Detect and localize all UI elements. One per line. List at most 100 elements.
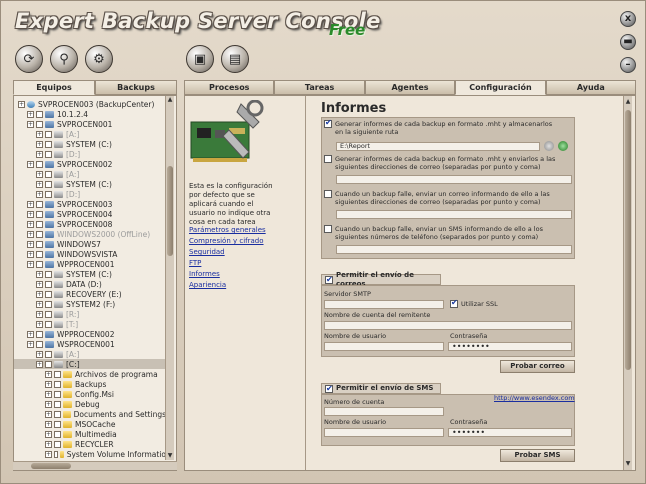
tree-node[interactable]: + RECYCLER: [14, 439, 166, 449]
option-store-reports[interactable]: Generar informes de cada backup en forma…: [324, 119, 559, 136]
main-scroll-up-icon[interactable]: ▲: [624, 98, 632, 106]
link-compresion-cifrado[interactable]: Compresión y cifrado: [189, 237, 266, 246]
sms-password-field[interactable]: •••••••: [448, 428, 572, 437]
tree-node[interactable]: + [D:]: [14, 189, 166, 199]
option-email-reports[interactable]: Generar informes de cada backup en forma…: [324, 155, 559, 171]
tree-node-checkbox[interactable]: [54, 410, 61, 418]
option-failure-sms[interactable]: Cuando un backup falle, enviar un SMS in…: [324, 225, 559, 241]
tree-node[interactable]: + SVPROCEN003: [14, 199, 166, 209]
refresh-button[interactable]: ⟳: [15, 45, 43, 73]
tree-node[interactable]: + [A:]: [14, 349, 166, 359]
tree-node[interactable]: +10.1.2.4: [14, 109, 166, 119]
tree-node[interactable]: + SVPROCEN003 (BackupCenter): [14, 99, 166, 109]
expand-toggle-icon[interactable]: +: [27, 220, 34, 228]
computers-tree[interactable]: + SVPROCEN003 (BackupCenter) +10.1.2.4 + SVP…: [13, 95, 177, 471]
allow-email-checkbox[interactable]: [325, 275, 333, 284]
expand-toggle-icon[interactable]: +: [45, 410, 52, 418]
tree-node-checkbox[interactable]: [36, 260, 43, 268]
expand-toggle-icon[interactable]: +: [27, 330, 34, 338]
tree-node[interactable]: + [A:]: [14, 129, 166, 139]
test-email-button[interactable]: Probar correo: [500, 360, 575, 373]
tree-node-checkbox[interactable]: [45, 190, 52, 198]
tree-node-checkbox[interactable]: [45, 140, 52, 148]
scroll-thumb[interactable]: [167, 166, 173, 256]
expand-toggle-icon[interactable]: +: [27, 200, 34, 208]
esendex-link[interactable]: http://www.esendex.com: [494, 394, 575, 402]
tab-agentes[interactable]: Agentes: [364, 80, 456, 95]
expand-toggle-icon[interactable]: +: [36, 280, 43, 288]
hscroll-thumb[interactable]: [31, 463, 71, 469]
expand-toggle-icon[interactable]: +: [27, 340, 34, 348]
expand-toggle-icon[interactable]: +: [45, 430, 52, 438]
tree-node-checkbox[interactable]: [45, 130, 52, 138]
expand-toggle-icon[interactable]: +: [27, 120, 34, 128]
tree-node[interactable]: + Debug: [14, 399, 166, 409]
sender-account-field[interactable]: [324, 321, 572, 330]
browse-icon[interactable]: [544, 141, 554, 151]
expand-toggle-icon[interactable]: +: [27, 230, 34, 238]
tree-node-checkbox[interactable]: [36, 120, 43, 128]
link-parametros-generales[interactable]: Parámetros generales: [189, 226, 266, 235]
tree-node[interactable]: + WPPROCEN002: [14, 329, 166, 339]
failure-email-checkbox[interactable]: [324, 190, 332, 198]
tree-node-checkbox[interactable]: [36, 330, 43, 338]
expand-toggle-icon[interactable]: +: [45, 450, 52, 458]
tree-node[interactable]: + RECOVERY (E:): [14, 289, 166, 299]
tree-node-checkbox[interactable]: [36, 250, 43, 258]
tree-node-checkbox[interactable]: [54, 450, 59, 458]
tree-node[interactable]: + Documents and Settings: [14, 409, 166, 419]
expand-toggle-icon[interactable]: +: [36, 170, 43, 178]
sms-user-field[interactable]: [324, 428, 444, 437]
tree-node[interactable]: + DATA (D:): [14, 279, 166, 289]
expand-toggle-icon[interactable]: +: [36, 310, 43, 318]
expand-toggle-icon[interactable]: +: [27, 240, 34, 248]
expand-toggle-icon[interactable]: +: [36, 270, 43, 278]
allow-sms-checkbox[interactable]: [325, 384, 333, 393]
tree-node[interactable]: + [T:]: [14, 319, 166, 329]
expand-toggle-icon[interactable]: +: [36, 290, 43, 298]
expand-toggle-icon[interactable]: +: [45, 390, 52, 398]
expand-toggle-icon[interactable]: +: [45, 400, 52, 408]
tree-node[interactable]: + WPPROCEN001: [14, 259, 166, 269]
email-user-field[interactable]: [324, 342, 444, 351]
tree-node-checkbox[interactable]: [36, 200, 43, 208]
main-scroll-down-icon[interactable]: ▼: [624, 460, 632, 468]
tree-node[interactable]: + Archivos de programa: [14, 369, 166, 379]
test-sms-button[interactable]: Probar SMS: [500, 449, 575, 462]
tab-configuracion[interactable]: Configuración: [455, 80, 546, 95]
tree-node[interactable]: + SVPROCEN002: [14, 159, 166, 169]
tree-node-checkbox[interactable]: [45, 150, 52, 158]
minimize-button[interactable]: –: [620, 57, 636, 73]
tree-node[interactable]: + [D:]: [14, 149, 166, 159]
tree-node[interactable]: + WSPROCEN001: [14, 339, 166, 349]
expand-toggle-icon[interactable]: +: [45, 380, 52, 388]
tree-node-checkbox[interactable]: [45, 310, 52, 318]
tab-backups[interactable]: Backups: [95, 80, 177, 95]
tree-node[interactable]: + WINDOWS2000 (OffLine): [14, 229, 166, 239]
tree-node-checkbox[interactable]: [45, 350, 52, 358]
expand-toggle-icon[interactable]: +: [45, 370, 52, 378]
option-failure-email[interactable]: Cuando un backup falle, enviar un correo…: [324, 190, 559, 206]
tree-node[interactable]: + SVPROCEN001: [14, 119, 166, 129]
tree-node-checkbox[interactable]: [36, 220, 43, 228]
tree-node-checkbox[interactable]: [45, 270, 52, 278]
email-password-field[interactable]: ••••••••: [448, 342, 572, 351]
tree-node-checkbox[interactable]: [36, 110, 43, 118]
expand-toggle-icon[interactable]: +: [18, 100, 25, 108]
tree-node[interactable]: + WINDOWS7: [14, 239, 166, 249]
tree-node[interactable]: + [R:]: [14, 309, 166, 319]
tab-equipos[interactable]: Equipos: [13, 80, 95, 95]
tree-node[interactable]: + System Volume Informatio: [14, 449, 166, 459]
tree-node-checkbox[interactable]: [54, 380, 61, 388]
sms-account-field[interactable]: [324, 407, 444, 416]
link-informes[interactable]: Informes: [189, 270, 266, 279]
settings-button[interactable]: ⚙: [85, 45, 113, 73]
expand-toggle-icon[interactable]: +: [36, 300, 43, 308]
tree-node-checkbox[interactable]: [54, 440, 61, 448]
scroll-down-icon[interactable]: ▼: [166, 452, 174, 460]
expand-toggle-icon[interactable]: +: [36, 350, 43, 358]
failure-sms-field[interactable]: [336, 245, 572, 254]
email-reports-checkbox[interactable]: [324, 155, 332, 163]
tree-node-checkbox[interactable]: [45, 360, 52, 368]
scroll-up-icon[interactable]: ▲: [166, 96, 174, 104]
